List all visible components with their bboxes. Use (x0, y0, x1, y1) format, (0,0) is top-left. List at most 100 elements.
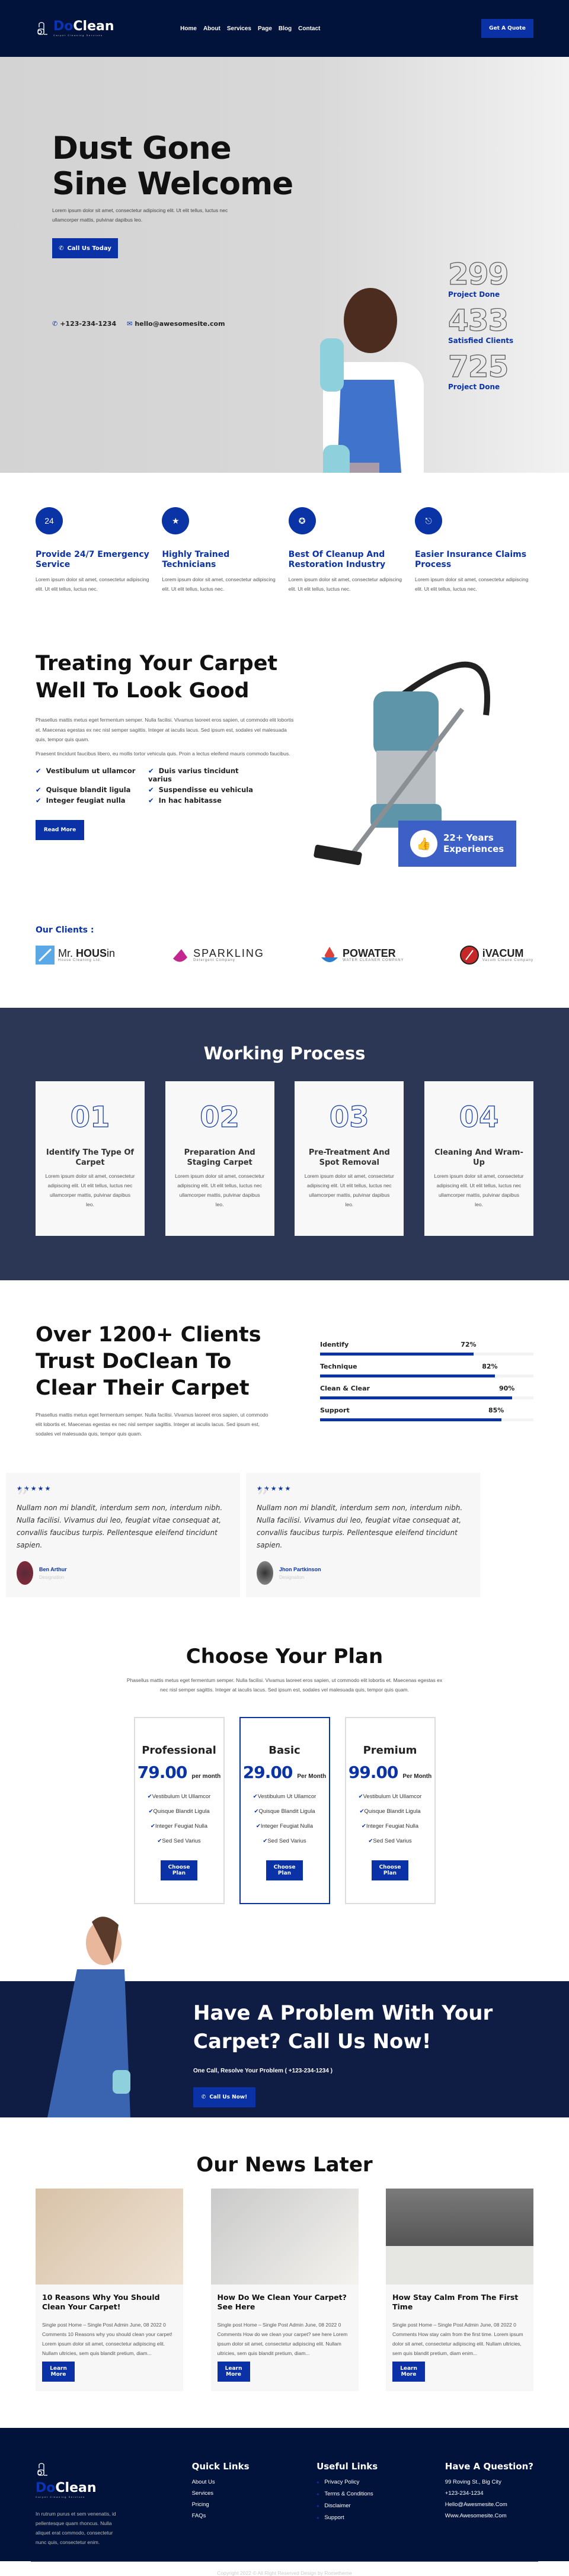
footer-link[interactable]: FAQs (192, 2510, 250, 2521)
read-more-button[interactable]: Read More (36, 820, 84, 840)
client-logo[interactable]: SPARKLING Detergent Company (171, 942, 264, 968)
avatar (17, 1561, 33, 1585)
nav-blog[interactable]: Blog (279, 25, 292, 32)
rating-stars: ★★★★★ (257, 1485, 292, 1492)
post-title[interactable]: 10 Reasons Why You Should Clean Your Car… (42, 2293, 177, 2312)
plan-feature: Quisque Blandit Ligula (241, 1804, 329, 1819)
call-us-today-button[interactable]: ✆ Call Us Today (52, 238, 118, 258)
plan-period: Per Month (402, 1773, 432, 1780)
skill-percent: 72% (461, 1341, 477, 1348)
testimonial-card: ★★★★★ ” Nullam non mi blandit, interdum … (6, 1473, 240, 1597)
plan-feature: Vestibulum Ut Ullamcor (135, 1789, 223, 1804)
post-image[interactable] (36, 2189, 183, 2285)
plan-feature: Quisque Blandit Ligula (135, 1804, 223, 1819)
process-step: 02 Preparation And Staging Carpet Lorem ip… (165, 1081, 274, 1236)
call-us-now-button[interactable]: ✆ Call Us Now! (193, 2087, 255, 2107)
about-section: Treating Your Carpet Well To Look Good Ph… (36, 594, 533, 925)
trust-text: Phasellus mattis metus eget fermentum se… (36, 1412, 268, 1437)
footer-link[interactable]: Support (317, 2512, 378, 2524)
logo[interactable]: DoClean Carpet Cleaning Services (36, 20, 114, 37)
post-title[interactable]: How Stay Calm From The First Time (392, 2293, 527, 2312)
nav-page[interactable]: Page (258, 25, 272, 32)
news-card: 10 Reasons Why You Should Clean Your Car… (36, 2189, 183, 2391)
plan-card: Premium 99.00Per Month Vestibulum Ut Ullam… (344, 1717, 436, 1904)
vacuum-circle-icon (459, 946, 479, 965)
client-logo[interactable]: iVACUM Vacum Cleane Company (459, 942, 533, 968)
hero-phone[interactable]: ✆ +123-234-1234 (52, 320, 116, 328)
nav-contact[interactable]: Contact (298, 25, 320, 32)
plan-period: per month (191, 1773, 221, 1780)
features-section: 24 Provide 24/7 Emergency Service Lorem ip… (36, 473, 533, 594)
vacuum-logo-icon (37, 2463, 47, 2476)
hero-subtitle: Lorem ipsum dolor sit amet, consectetur … (52, 207, 228, 223)
footer-link[interactable]: About Us (192, 2476, 250, 2488)
news-card: How Do We Clean Your Carpet? See Here Sin… (210, 2189, 359, 2391)
check-item: Quisque blandit ligula (36, 786, 148, 794)
plan-feature: Integer Feugiat Nulla (346, 1819, 434, 1834)
quick-links: Quick Links About Us Services Pricing FA… (192, 2461, 250, 2547)
email[interactable]: Hello@Awesmesite.Com (445, 2499, 533, 2510)
footer-logo[interactable]: DoClean Carpet Cleaning Services (36, 2461, 124, 2498)
experience-badge: 👍 22+ Years Experiences (398, 821, 516, 867)
nav-services[interactable]: Services (227, 25, 251, 32)
pricing-text: Phasellus mattis metus eget fermentum se… (126, 1677, 443, 1693)
hero-email[interactable]: ✉ hello@awesomesite.com (127, 320, 225, 328)
water-drop-icon (321, 947, 338, 962)
logo-tagline: Carpet Cleaning Services (53, 34, 103, 37)
skill-fill (320, 1374, 496, 1377)
feature-item: ⎋ Easier Insurance Claims Process Lorem ip… (414, 507, 533, 594)
rating-stars: ★★★★★ (17, 1485, 52, 1492)
get-quote-button[interactable]: Get A Quote (481, 19, 533, 38)
choose-plan-button[interactable]: Choose Plan (266, 1860, 303, 1880)
process-step: 04 Cleaning And Wram-Up Lorem ipsum dolor … (424, 1081, 533, 1236)
testimonial-card: ★★★★★ ” Nullam non mi blandit, interdum … (246, 1473, 480, 1597)
skill-bar: Clean & Clear 90% (320, 1385, 533, 1399)
news-title: Our News Later (196, 2153, 373, 2177)
client-logo[interactable]: Mr. HOUSin House Cleaning Ltd. (36, 942, 115, 968)
client-logo[interactable]: POWATER WATER CLEANER COMPANY (320, 942, 404, 968)
news-card: How Stay Calm From The First Time Single … (386, 2189, 533, 2391)
skill-percent: 90% (499, 1385, 515, 1392)
plan-name: Basic (268, 1744, 301, 1757)
plan-feature: Integer Feugiat Nulla (241, 1819, 329, 1834)
check-item: In hac habitasse (148, 796, 261, 805)
post-title[interactable]: How Do We Clean Your Carpet? See Here (218, 2293, 352, 2312)
website[interactable]: Www.Awesomesite.Com (445, 2510, 533, 2521)
learn-more-button[interactable]: Learn More (42, 2362, 75, 2382)
footer-link[interactable]: Disclaimer (317, 2500, 378, 2512)
stat-item: 725 Project Done (447, 350, 509, 391)
choose-plan-button[interactable]: Choose Plan (372, 1860, 408, 1880)
cta-subtitle: One Call, Resolve Your Problem ( +123-23… (193, 2068, 333, 2074)
stat-item: 433 Satisfied Clients (447, 303, 514, 345)
feature-item: 24 Provide 24/7 Emergency Service Lorem ip… (36, 507, 154, 594)
footer-link[interactable]: Pricing (192, 2499, 250, 2510)
footer-link[interactable]: Services (192, 2488, 250, 2499)
skill-bars: Identify 72% Technique 82% Clean & Clear 90% S… (320, 1341, 533, 1438)
hero-title: Dust Gone Sine Welcome (52, 130, 293, 202)
learn-more-button[interactable]: Learn More (217, 2362, 250, 2382)
logo-text: DoClean (53, 19, 114, 34)
plan-price: 29.00 (242, 1763, 293, 1782)
check-item: Suspendisse eu vehicula (148, 786, 261, 794)
feature-item: ★ Highly Trained Technicians Lorem ipsum d… (162, 507, 280, 594)
feature-item: ✪ Best Of Cleanup And Restoration Industr… (288, 507, 407, 594)
plan-card: Professional 79.00per month Vestibulum Ut … (133, 1717, 225, 1904)
footer-divider (31, 2561, 538, 2562)
clients-section: Our Clients : Mr. HOUSin House Cleaning L… (36, 925, 533, 968)
footer-link[interactable]: Privacy Policy (317, 2476, 378, 2488)
phone[interactable]: +123-234-1234 (445, 2488, 533, 2499)
skill-label: Technique (320, 1363, 357, 1370)
skill-bar: Technique 82% (320, 1363, 533, 1377)
technician-stars-icon: ★ (162, 507, 190, 534)
nav-about[interactable]: About (203, 25, 220, 32)
testimonials-section: ★★★★★ ” Nullam non mi blandit, interdum … (0, 1438, 480, 1597)
post-image[interactable] (386, 2189, 533, 2285)
learn-more-button[interactable]: Learn More (392, 2362, 425, 2382)
post-image[interactable] (210, 2189, 359, 2285)
nav-home[interactable]: Home (180, 25, 197, 32)
footer-link[interactable]: Terms & Conditions (317, 2488, 378, 2500)
choose-plan-button[interactable]: Choose Plan (161, 1860, 197, 1880)
hero-contacts: ✆ +123-234-1234 ✉ hello@awesomesite.com (52, 320, 225, 328)
about-paragraph: Praesent tincidunt faucibus libero, eu m… (36, 750, 290, 757)
plan-name: Premium (363, 1744, 417, 1757)
